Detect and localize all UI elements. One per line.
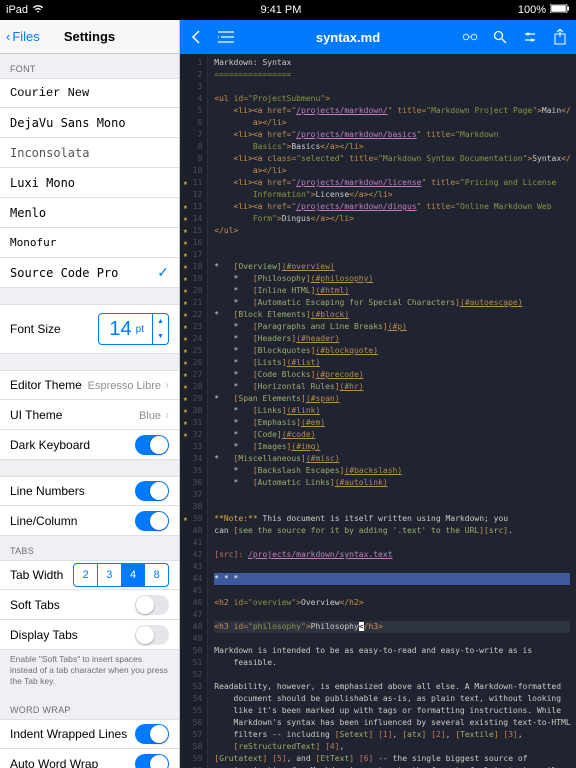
- switch[interactable]: [135, 625, 169, 645]
- switch[interactable]: [135, 511, 169, 531]
- font-option[interactable]: DejaVu Sans Mono: [0, 108, 179, 138]
- section-header-tabs: TABS: [0, 536, 179, 560]
- switch[interactable]: [135, 754, 169, 768]
- font-option[interactable]: Menlo: [0, 198, 179, 228]
- chevron-right-icon: ›: [165, 378, 169, 392]
- switch[interactable]: [135, 595, 169, 615]
- ui-theme-row[interactable]: UI ThemeBlue›: [0, 400, 179, 430]
- font-option[interactable]: Courier New: [0, 78, 179, 108]
- back-button[interactable]: ‹ Files: [6, 29, 40, 44]
- nav-bar: ‹ Files Settings: [0, 20, 179, 54]
- switch[interactable]: [135, 481, 169, 501]
- tab-width-row: Tab Width 2 3 4 8: [0, 560, 179, 590]
- settings-pane: ‹ Files Settings FONT Courier New DejaVu…: [0, 20, 180, 768]
- glasses-icon[interactable]: [462, 29, 478, 45]
- code-editor[interactable]: 12345678910★ 1112★ 13★ 14★ 15★ 16★ 17★ 1…: [180, 54, 576, 768]
- up-arrow-icon[interactable]: ▲: [153, 314, 168, 329]
- chevron-left-icon[interactable]: [188, 29, 204, 45]
- chevron-right-icon: ›: [165, 408, 169, 422]
- line-gutter: 12345678910★ 1112★ 13★ 14★ 15★ 16★ 17★ 1…: [180, 54, 208, 768]
- status-bar: iPad 9:41 PM 100%: [0, 0, 576, 20]
- share-icon[interactable]: [552, 29, 568, 45]
- dark-keyboard-row: Dark Keyboard: [0, 430, 179, 460]
- editor-pane: syntax.md 12345678910★ 1112★ 13★ 14★ 15★…: [180, 20, 576, 768]
- fontsize-label: Font Size: [10, 322, 61, 336]
- editor-theme-row[interactable]: Editor ThemeEspresso Libre›: [0, 370, 179, 400]
- battery-icon: [550, 4, 570, 16]
- back-label: Files: [12, 29, 39, 44]
- font-option[interactable]: Source Code Pro✓: [0, 258, 179, 288]
- code-content[interactable]: Markdown: Syntax================ <ul id=…: [208, 54, 576, 768]
- section-header-font: FONT: [0, 54, 179, 78]
- chevron-left-icon: ‹: [6, 29, 10, 44]
- soft-tabs-row: Soft Tabs: [0, 590, 179, 620]
- tab-width-segment[interactable]: 2 3 4 8: [73, 563, 169, 587]
- outline-icon[interactable]: [218, 29, 234, 45]
- editor-toolbar: syntax.md: [180, 20, 576, 54]
- file-title: syntax.md: [234, 30, 462, 45]
- font-option[interactable]: Luxi Mono: [0, 168, 179, 198]
- switch[interactable]: [135, 724, 169, 744]
- section-header-wrap: WORD WRAP: [0, 695, 179, 719]
- down-arrow-icon[interactable]: ▼: [153, 329, 168, 344]
- indent-wrapped-row: Indent Wrapped Lines: [0, 719, 179, 749]
- time-label: 9:41 PM: [260, 4, 301, 16]
- tabs-note: Enable "Soft Tabs" to insert spaces inst…: [0, 650, 179, 695]
- switch[interactable]: [135, 435, 169, 455]
- line-numbers-row: Line Numbers: [0, 476, 179, 506]
- tools-icon[interactable]: [522, 29, 538, 45]
- display-tabs-row: Display Tabs: [0, 620, 179, 650]
- check-icon: ✓: [157, 264, 169, 281]
- font-option[interactable]: Monofur: [0, 228, 179, 258]
- line-column-row: Line/Column: [0, 506, 179, 536]
- font-option[interactable]: Inconsolata: [0, 138, 179, 168]
- search-icon[interactable]: [492, 29, 508, 45]
- fontsize-stepper[interactable]: 14 pt ▲▼: [98, 313, 169, 345]
- battery-label: 100%: [518, 4, 546, 16]
- auto-wrap-row: Auto Word Wrap: [0, 749, 179, 768]
- wifi-icon: [32, 4, 44, 16]
- device-label: iPad: [6, 4, 28, 16]
